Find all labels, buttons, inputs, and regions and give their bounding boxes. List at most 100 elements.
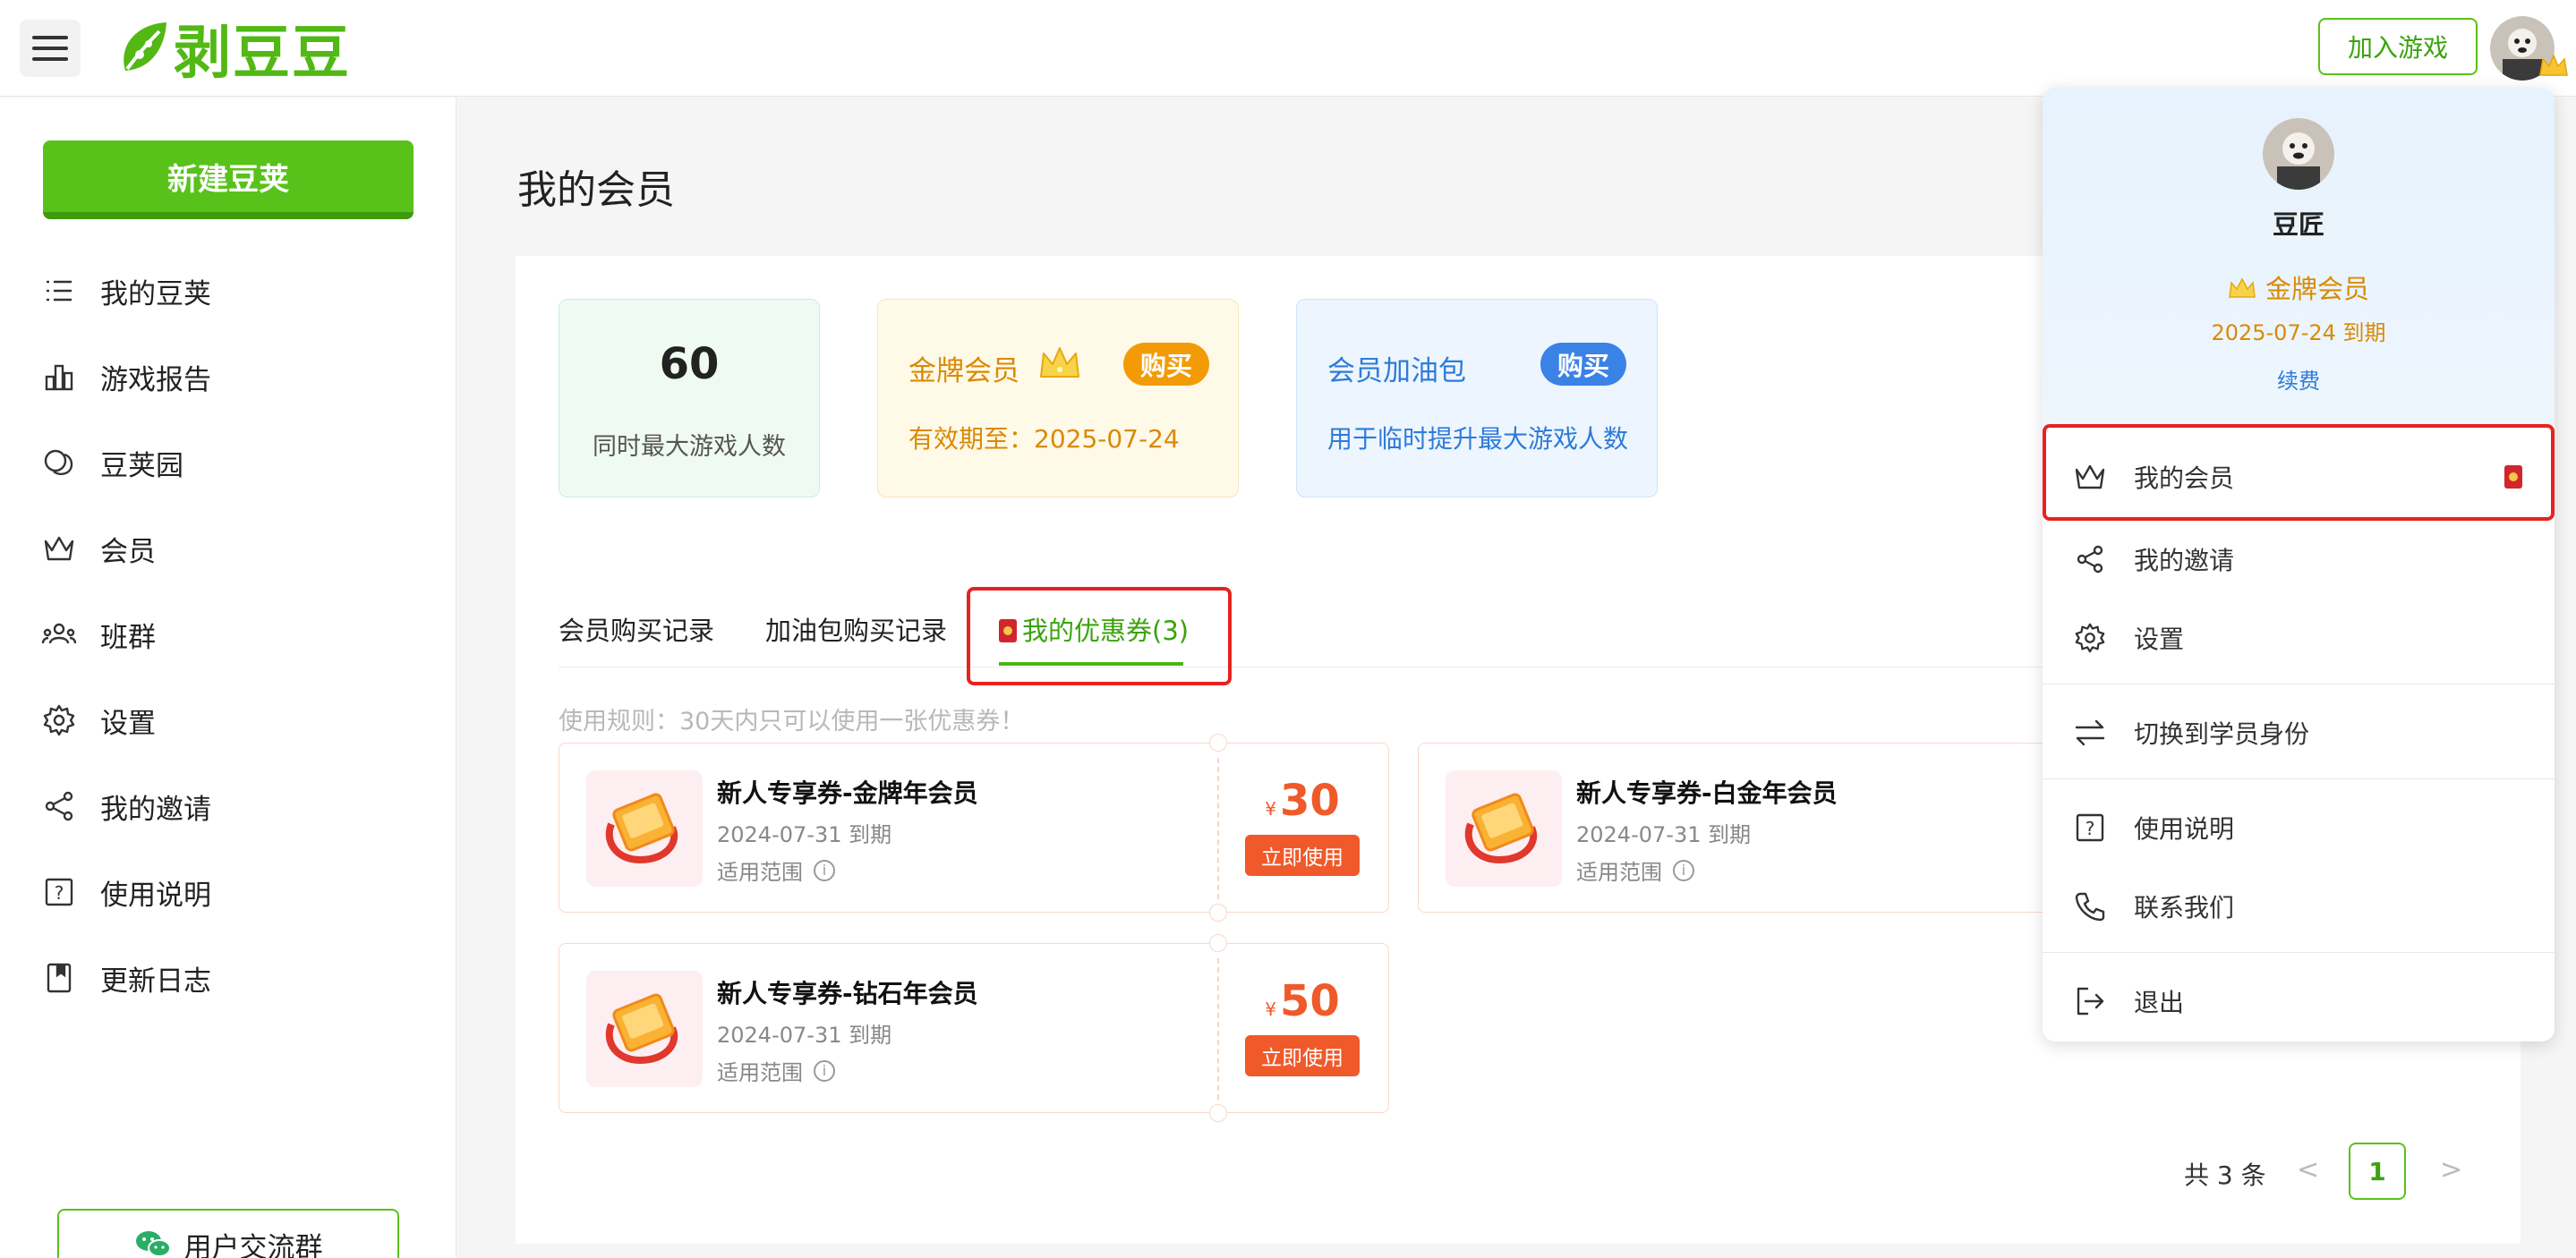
dropdown-item-label: 联系我们 <box>2134 893 2235 922</box>
coupon-expiry: 2024-07-31 到期 <box>717 822 892 847</box>
sidebar-item-label: 设置 <box>100 707 156 740</box>
coupon-rule: 使用规则：30天内只可以使用一张优惠券！ <box>559 708 1025 735</box>
sidebar-item-instructions[interactable]: ? 使用说明 <box>41 867 211 917</box>
gold-membership-stat: 金牌会员 购买 有效期至：2025-07-24 <box>877 299 1239 497</box>
leaf-logo-icon <box>124 22 166 71</box>
dropdown-item-label: 我的邀请 <box>2134 546 2235 575</box>
gold-membership-title: 金牌会员 <box>908 355 1019 387</box>
sidebar-item-settings[interactable]: 设置 <box>41 695 156 745</box>
user-group-button[interactable]: 用户交流群 <box>57 1209 399 1258</box>
coupon-ticket-image <box>1446 770 1562 887</box>
garden-icon <box>44 449 73 475</box>
coupon-divider <box>1217 758 1219 899</box>
tab-pack-records[interactable]: 加油包购买记录 <box>765 610 947 648</box>
help-icon: ? <box>45 878 73 906</box>
dropdown-profile: 豆匠 金牌会员 2025-07-24 到期 续费 <box>2043 88 2555 426</box>
sidebar-item-label: 班群 <box>100 621 156 654</box>
tab-membership-records[interactable]: 会员购买记录 <box>559 610 714 648</box>
coupon-scope[interactable]: 适用范围 i <box>717 1055 835 1086</box>
wechat-icon <box>135 1231 171 1257</box>
logo-text: 剥豆豆 <box>174 21 351 87</box>
coupon-notch <box>1209 1104 1227 1122</box>
coupon-scope-label: 适用范围 <box>717 1060 803 1085</box>
coupon-currency: ¥ <box>1265 798 1276 820</box>
sidebar-item-my-invites[interactable]: 我的邀请 <box>41 781 211 831</box>
page-title: 我的会员 <box>517 167 675 213</box>
share-icon <box>45 791 73 821</box>
coupon-notch <box>1209 904 1227 922</box>
max-players-label: 同时最大游戏人数 <box>593 433 786 461</box>
dropdown-item-switch-to-student[interactable]: 切换到学员身份 <box>2073 710 2309 755</box>
max-players-stat: 60 同时最大游戏人数 <box>559 299 820 497</box>
coupon-scope[interactable]: 适用范围 i <box>1576 854 1694 886</box>
pager-next-button[interactable]: > <box>2440 1154 2462 1186</box>
profile-level-label: 金牌会员 <box>2265 274 2369 304</box>
group-icon <box>41 623 77 644</box>
group-button-label: 用户交流群 <box>183 1231 323 1258</box>
crown-icon <box>2229 277 2256 298</box>
dropdown-divider <box>2043 952 2555 953</box>
coupon-name: 新人专享券-白金年会员 <box>1576 778 1838 808</box>
dropdown-item-logout[interactable]: 退出 <box>2073 979 2184 1024</box>
gear-icon <box>2075 623 2105 653</box>
top-header: 剥豆豆 加入游戏 <box>0 0 2576 97</box>
logout-icon <box>2077 987 2104 1016</box>
dropdown-item-my-invites[interactable]: 我的邀请 <box>2073 537 2234 582</box>
buy-pack-button[interactable]: 购买 <box>1540 343 1626 386</box>
coupon-divider <box>1217 958 1219 1100</box>
coupon-name: 新人专享券-钻石年会员 <box>717 979 978 1008</box>
sidebar-item-pod-garden[interactable]: 豆荚园 <box>41 438 183 488</box>
gold-validity: 有效期至：2025-07-24 <box>908 424 1180 454</box>
use-coupon-button[interactable]: 立即使用 <box>1245 1035 1360 1076</box>
dropdown-item-instructions[interactable]: ? 使用说明 <box>2073 805 2234 850</box>
coupon-amount: ¥30 <box>1240 776 1365 826</box>
new-pod-button[interactable]: 新建豆荚 <box>43 140 414 219</box>
sidebar-item-changelog[interactable]: 更新日志 <box>41 953 211 1003</box>
use-coupon-button[interactable]: 立即使用 <box>1245 835 1360 876</box>
renew-link[interactable]: 续费 <box>2043 363 2555 395</box>
phone-icon <box>2075 892 2105 922</box>
switch-icon <box>2075 719 2105 746</box>
coupon-amount: ¥50 <box>1240 976 1365 1026</box>
pager-page-1[interactable]: 1 <box>2349 1143 2406 1200</box>
help-icon: ? <box>2076 813 2104 842</box>
coupon-ticket-image <box>586 770 703 887</box>
sidebar-item-label: 我的邀请 <box>100 793 211 826</box>
crown-icon <box>44 536 74 561</box>
coupon-ticket-image <box>586 971 703 1087</box>
bar-chart-icon <box>45 364 73 391</box>
gear-icon <box>43 704 75 736</box>
sidebar-item-game-report[interactable]: 游戏报告 <box>41 352 211 402</box>
info-icon[interactable]: i <box>814 859 835 881</box>
coupon-notch <box>1209 934 1227 952</box>
info-icon[interactable]: i <box>814 1059 835 1082</box>
coupon-card: 新人专享券-金牌年会员 2024-07-31 到期 适用范围 i ¥30 立即使用 <box>559 734 1389 922</box>
dropdown-item-label: 设置 <box>2134 625 2185 654</box>
coupon-scope[interactable]: 适用范围 i <box>717 854 835 886</box>
sidebar-item-label: 我的豆荚 <box>100 277 211 310</box>
avatar <box>2263 118 2334 190</box>
sidebar-item-my-pods[interactable]: 我的豆荚 <box>41 266 211 316</box>
account-dropdown: 豆匠 金牌会员 2025-07-24 到期 续费 我的会员 我的邀请 设置 切换… <box>2043 88 2555 1041</box>
sidebar-item-class-group[interactable]: 班群 <box>41 609 156 659</box>
coupon-scope-label: 适用范围 <box>1576 860 1662 885</box>
sidebar-item-label: 会员 <box>100 535 156 568</box>
sidebar-item-label: 豆荚园 <box>100 449 183 482</box>
fuel-pack-description: 用于临时提升最大游戏人数 <box>1327 424 1629 454</box>
dropdown-item-label: 使用说明 <box>2134 814 2235 844</box>
menu-icon[interactable] <box>20 20 81 77</box>
profile-name: 豆匠 <box>2272 209 2324 240</box>
buy-gold-button[interactable]: 购买 <box>1123 343 1209 386</box>
info-icon[interactable]: i <box>1673 859 1694 881</box>
dropdown-item-contact-us[interactable]: 联系我们 <box>2073 884 2234 929</box>
join-game-button[interactable]: 加入游戏 <box>2318 18 2478 75</box>
sidebar-item-membership[interactable]: 会员 <box>41 523 156 574</box>
book-icon <box>47 963 72 993</box>
coupon-currency: ¥ <box>1265 999 1276 1020</box>
sidebar-item-label: 使用说明 <box>100 879 211 912</box>
logo[interactable]: 剥豆豆 <box>116 13 351 87</box>
coupon-amount-value: 50 <box>1279 976 1340 1026</box>
coupon-amount-value: 30 <box>1279 776 1340 826</box>
dropdown-item-settings[interactable]: 设置 <box>2073 616 2184 660</box>
pager-prev-button[interactable]: < <box>2297 1154 2319 1186</box>
